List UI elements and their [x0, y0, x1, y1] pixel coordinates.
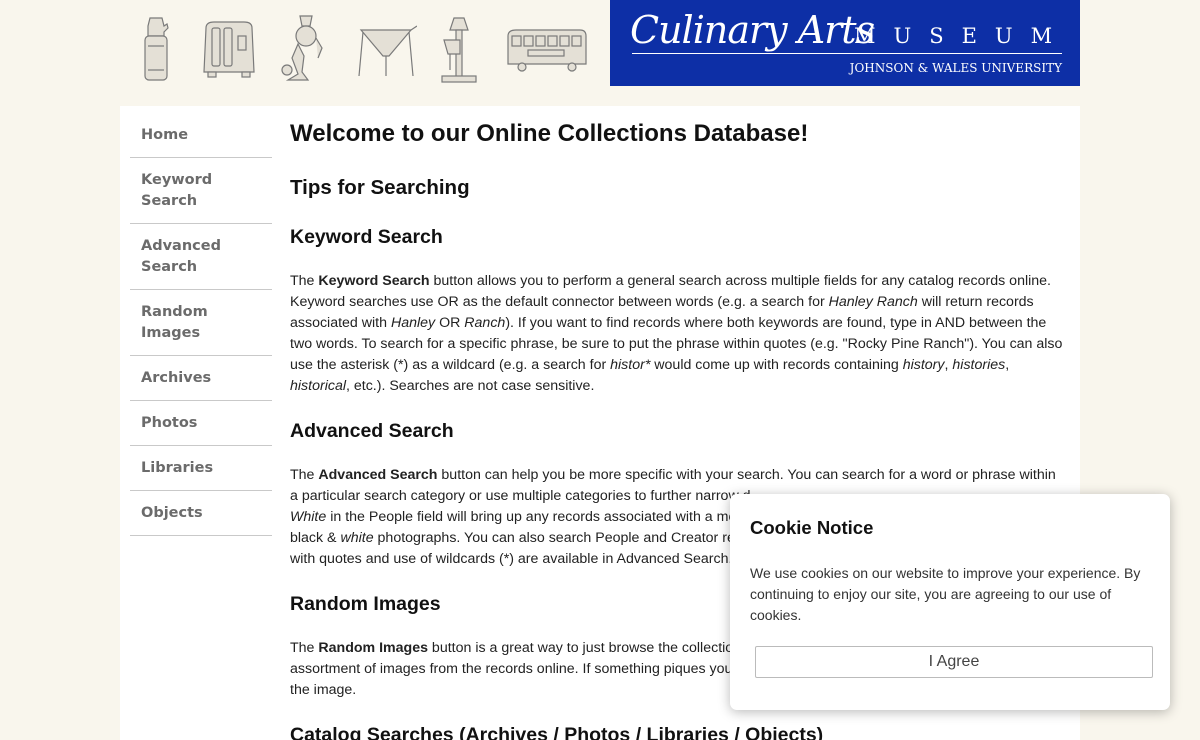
- keyword-search-paragraph: The Keyword Search button allows you to …: [290, 273, 1063, 394]
- toaster-icon: [203, 21, 255, 78]
- header-illustrations: [120, 0, 610, 86]
- agree-button[interactable]: I Agree: [755, 646, 1153, 678]
- funnel-stand-icon: [358, 25, 417, 77]
- brand-divider: [632, 53, 1062, 54]
- advanced-search-heading: Advanced Search: [290, 420, 454, 442]
- brand-university: JOHNSON & WALES UNIVERSITY: [849, 61, 1062, 75]
- mixer-icon: [441, 17, 477, 83]
- nav-item-archives[interactable]: Archives: [130, 356, 272, 401]
- seltzer-bottle-icon: [144, 17, 169, 81]
- nav-item-advanced-search[interactable]: Advanced Search: [130, 224, 272, 290]
- nav-item-label: Photos: [141, 415, 198, 431]
- sidebar-nav: Home Keyword Search Advanced Search Rand…: [130, 113, 272, 536]
- museum-logo[interactable]: Culinary Arts MUSEUM JOHNSON & WALES UNI…: [610, 0, 1080, 86]
- nav-item-libraries[interactable]: Libraries: [130, 446, 272, 491]
- tips-heading: Tips for Searching: [290, 176, 470, 199]
- nav-item-label: Random Images: [141, 304, 208, 341]
- cookie-notice: Cookie Notice We use cookies on our webs…: [730, 494, 1170, 710]
- cookie-title: Cookie Notice: [750, 517, 874, 538]
- page-title: Welcome to our Online Collections Databa…: [290, 120, 809, 147]
- nav-item-label: Libraries: [141, 460, 214, 476]
- nav-item-objects[interactable]: Objects: [130, 491, 272, 536]
- nav-item-label: Home: [141, 127, 189, 143]
- brand-script: Culinary Arts: [630, 8, 875, 52]
- trolley-car-icon: [507, 29, 587, 72]
- site-header: Culinary Arts MUSEUM JOHNSON & WALES UNI…: [120, 0, 1080, 86]
- keyword-search-heading: Keyword Search: [290, 226, 443, 248]
- nav-item-random-images[interactable]: Random Images: [130, 290, 272, 356]
- nav-item-keyword-search[interactable]: Keyword Search: [130, 158, 272, 224]
- nav-item-label: Archives: [141, 370, 212, 386]
- meat-grinder-icon: [281, 15, 323, 81]
- cookie-text: We use cookies on our website to improve…: [750, 565, 1141, 623]
- nav-item-label: Advanced Search: [141, 238, 221, 275]
- nav-item-home[interactable]: Home: [130, 113, 272, 158]
- nav-item-label: Keyword Search: [141, 172, 213, 209]
- brand-word: MUSEUM: [854, 24, 1071, 48]
- nav-item-label: Objects: [141, 505, 203, 521]
- nav-item-photos[interactable]: Photos: [130, 401, 272, 446]
- catalog-searches-heading: Catalog Searches (Archives / Photos / Li…: [290, 724, 824, 740]
